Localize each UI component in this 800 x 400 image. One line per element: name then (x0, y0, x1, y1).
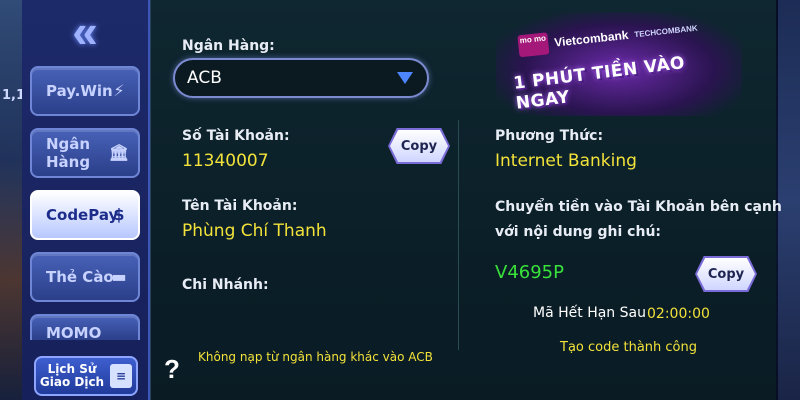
column-divider (458, 120, 459, 350)
momo-logo: mo mo (517, 32, 550, 58)
sidebar-item-momo[interactable]: MOMO (30, 314, 140, 340)
banner-headline: 1 PHÚT TIỀN VÀO NGAY (512, 53, 687, 114)
account-number-label: Số Tài Khoản: (182, 128, 290, 144)
transfer-code: V4695P (495, 262, 564, 283)
method-label: Phương Thức: (495, 128, 604, 144)
lightning-icon: ⚡ (113, 81, 125, 100)
sidebar-item-bank[interactable]: Ngân Hàng 🏛 (30, 128, 140, 178)
success-message: Tạo code thành công (560, 340, 697, 355)
bank-select[interactable]: ACB (173, 58, 429, 98)
expiry-label: Mã Hết Hạn Sau (533, 305, 646, 321)
coins-icon: $ (113, 205, 125, 224)
account-name-value: Phùng Chí Thanh (182, 221, 327, 241)
sidebar-item-label: Pay.Win (46, 82, 113, 100)
bank-select-value: ACB (187, 68, 222, 88)
copy-code-button[interactable]: Copy (697, 258, 755, 290)
sidebar-item-card[interactable]: Thẻ Cào ▬ (30, 252, 140, 302)
techcombank-logo: TECHCOMBANK (633, 23, 699, 39)
account-number-value: 11340007 (182, 151, 269, 171)
expiry-countdown: 02:00:00 (647, 306, 710, 322)
bank-warning: Không nạp từ ngân hàng khác vào ACB (198, 350, 433, 364)
promo-banner: mo mo Vietcombank TECHCOMBANK 1 PHÚT TIỀ… (496, 12, 742, 116)
account-name-label: Tên Tài Khoản: (182, 198, 298, 214)
sidebar: « Pay.Win ⚡ Ngân Hàng 🏛 CodePay $ Thẻ Cà… (22, 0, 150, 400)
history-label: Lịch Sử Giao Dịch (39, 362, 105, 389)
method-value: Internet Banking (495, 151, 637, 171)
card-icon: ▬ (111, 267, 127, 286)
bank-icon: 🏛 (108, 143, 130, 162)
receipt-icon: ≡ (110, 364, 132, 388)
payment-method-menu: Pay.Win ⚡ Ngân Hàng 🏛 CodePay $ Thẻ Cào … (30, 66, 144, 352)
sidebar-item-label: MOMO (46, 324, 102, 340)
bank-label: Ngân Hàng: (182, 38, 275, 54)
caret-down-icon (397, 72, 413, 84)
branch-label: Chi Nhánh: (182, 277, 269, 293)
sidebar-item-paywin[interactable]: Pay.Win ⚡ (30, 66, 140, 116)
double-chevron-left-icon[interactable]: « (52, 8, 118, 54)
sidebar-item-label: Thẻ Cào (46, 268, 114, 286)
payment-screen: 1,14 « Pay.Win ⚡ Ngân Hàng 🏛 CodePay $ T… (0, 0, 800, 400)
instruction-line-2: với nội dung ghi chú: (495, 224, 662, 240)
bank-logos: mo mo Vietcombank TECHCOMBANK (517, 17, 698, 58)
question-mark-icon[interactable]: ? (160, 354, 184, 384)
copy-account-button[interactable]: Copy (390, 130, 448, 162)
vietcombank-logo: Vietcombank (553, 27, 630, 50)
history-button[interactable]: Lịch Sử Giao Dịch ≡ (34, 356, 138, 396)
sidebar-item-codepay[interactable]: CodePay $ (30, 190, 140, 240)
instruction-line-1: Chuyển tiền vào Tài Khoản bên cạnh (495, 199, 782, 215)
